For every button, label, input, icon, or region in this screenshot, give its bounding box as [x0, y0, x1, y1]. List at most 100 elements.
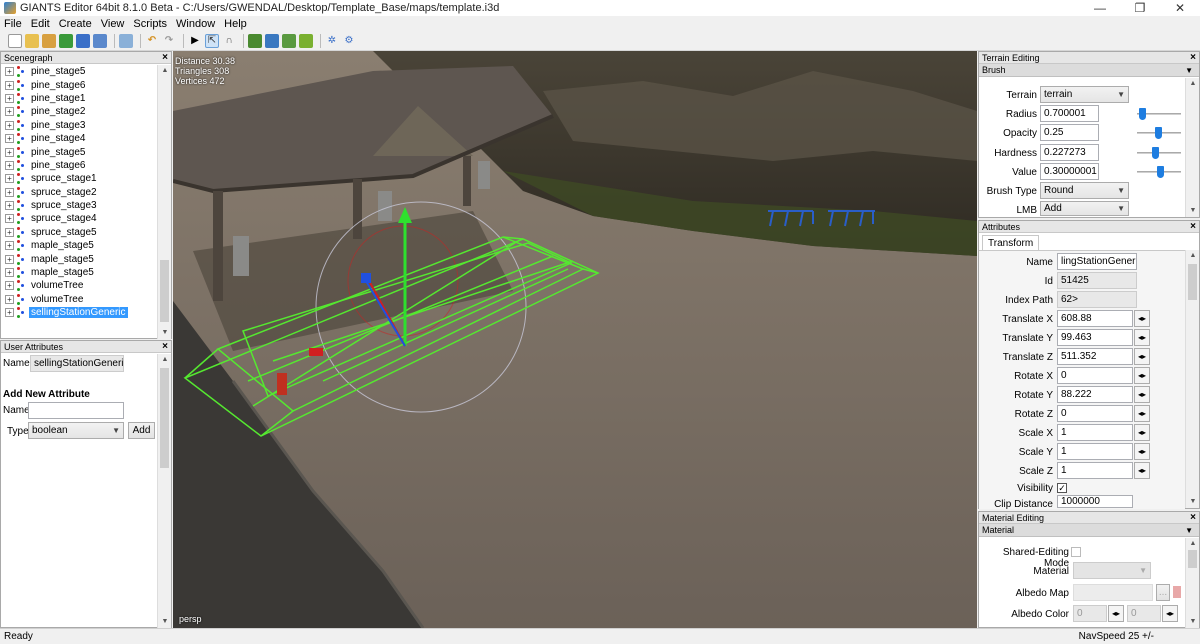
- expand-icon[interactable]: +: [5, 107, 14, 117]
- rotate-x-input[interactable]: 0: [1057, 367, 1133, 384]
- tree-item[interactable]: + pine_stage5: [1, 145, 157, 158]
- expand-icon[interactable]: +: [5, 268, 14, 278]
- expand-icon[interactable]: +: [5, 281, 14, 291]
- tree-item[interactable]: + spruce_stage2: [1, 186, 157, 199]
- visibility-checkbox[interactable]: ✓: [1057, 483, 1067, 493]
- translate-x-input[interactable]: 608.88: [1057, 310, 1133, 327]
- minimize-button[interactable]: —: [1080, 0, 1120, 16]
- rotate-y-input[interactable]: 88.222: [1057, 386, 1133, 403]
- scrollbar-thumb[interactable]: [1188, 264, 1197, 300]
- object-name-input[interactable]: lingStationGeneric: [1057, 253, 1137, 270]
- expand-icon[interactable]: +: [5, 294, 14, 304]
- scroll-up-icon[interactable]: ▲: [1186, 538, 1200, 550]
- foliage-paint-icon[interactable]: [282, 34, 296, 48]
- translate-x-spinner[interactable]: ◂▸: [1134, 310, 1150, 327]
- gear-icon[interactable]: ⚙: [342, 34, 356, 48]
- menu-edit[interactable]: Edit: [31, 18, 50, 30]
- expand-icon[interactable]: +: [5, 308, 14, 318]
- tree-item[interactable]: + pine_stage1: [1, 92, 157, 105]
- material-scrollbar[interactable]: ▲ ▼: [1185, 538, 1199, 628]
- rotate-z-input[interactable]: 0: [1057, 405, 1133, 422]
- value-slider-knob[interactable]: [1157, 166, 1164, 178]
- undo-icon[interactable]: ↶: [145, 34, 159, 48]
- tree-item[interactable]: + spruce_stage1: [1, 172, 157, 185]
- albedo-map-browse-button[interactable]: ...: [1156, 584, 1170, 601]
- scroll-down-icon[interactable]: ▼: [1186, 496, 1200, 508]
- import-icon[interactable]: [42, 34, 56, 48]
- tree-item[interactable]: + spruce_stage4: [1, 212, 157, 225]
- magnet-icon[interactable]: ∩: [222, 34, 236, 48]
- albedo-map-clear-icon[interactable]: [1173, 586, 1181, 598]
- scrollbar-thumb[interactable]: [160, 260, 169, 322]
- tree-item[interactable]: + spruce_stage5: [1, 226, 157, 239]
- expand-icon[interactable]: +: [5, 160, 14, 170]
- expand-icon[interactable]: +: [5, 254, 14, 264]
- tree-item[interactable]: + maple_stage5: [1, 239, 157, 252]
- close-icon[interactable]: ×: [162, 52, 168, 64]
- scenegraph-scrollbar[interactable]: ▲ ▼: [157, 65, 171, 339]
- material-section-header[interactable]: Material ▼: [979, 524, 1199, 537]
- menu-window[interactable]: Window: [176, 18, 215, 30]
- brush-type-select[interactable]: Round ▼: [1040, 182, 1129, 199]
- expand-icon[interactable]: +: [5, 93, 14, 103]
- opacity-input[interactable]: 0.25: [1040, 124, 1099, 141]
- expand-icon[interactable]: +: [5, 80, 14, 90]
- tree-item[interactable]: + maple_stage5: [1, 266, 157, 279]
- user-attributes-scrollbar[interactable]: ▲ ▼: [157, 354, 171, 628]
- redo-icon[interactable]: ↷: [162, 34, 176, 48]
- refresh-icon[interactable]: [59, 34, 73, 48]
- terrain-sculpt-icon[interactable]: [265, 34, 279, 48]
- scale-z-spinner[interactable]: ◂▸: [1134, 462, 1150, 479]
- albedo-color-r-input[interactable]: 0: [1073, 605, 1107, 622]
- scale-y-input[interactable]: 1: [1057, 443, 1133, 460]
- new-file-icon[interactable]: [8, 34, 22, 48]
- scroll-up-icon[interactable]: ▲: [158, 65, 172, 77]
- scroll-down-icon[interactable]: ▼: [158, 327, 172, 339]
- close-icon[interactable]: ×: [1190, 221, 1196, 233]
- 3d-viewport[interactable]: Distance 30.38 Triangles 308 Vertices 47…: [173, 51, 977, 628]
- close-icon[interactable]: ×: [1190, 512, 1196, 524]
- opacity-slider-knob[interactable]: [1155, 127, 1162, 139]
- close-icon[interactable]: ×: [1190, 52, 1196, 64]
- menu-view[interactable]: View: [101, 18, 125, 30]
- expand-icon[interactable]: +: [5, 214, 14, 224]
- tree-item[interactable]: + spruce_stage3: [1, 199, 157, 212]
- tree-item[interactable]: + pine_stage6: [1, 159, 157, 172]
- tree-item[interactable]: + maple_stage5: [1, 252, 157, 265]
- hardness-slider-knob[interactable]: [1152, 147, 1159, 159]
- tree-item[interactable]: + pine_stage4: [1, 132, 157, 145]
- terrain-select[interactable]: terrain ▼: [1040, 86, 1129, 103]
- translate-y-input[interactable]: 99.463: [1057, 329, 1133, 346]
- radius-input[interactable]: 0.700001: [1040, 105, 1099, 122]
- scroll-down-icon[interactable]: ▼: [1186, 616, 1200, 628]
- scroll-up-icon[interactable]: ▲: [158, 354, 172, 366]
- scroll-down-icon[interactable]: ▼: [158, 616, 172, 628]
- tab-transform[interactable]: Transform: [982, 235, 1040, 250]
- rotate-z-spinner[interactable]: ◂▸: [1134, 405, 1150, 422]
- close-button[interactable]: ✕: [1160, 0, 1200, 16]
- select-mode-icon[interactable]: ⇱: [205, 34, 219, 48]
- open-folder-icon[interactable]: [25, 34, 39, 48]
- translate-z-spinner[interactable]: ◂▸: [1134, 348, 1150, 365]
- menu-create[interactable]: Create: [59, 18, 92, 30]
- tree-item[interactable]: + volumeTree: [1, 279, 157, 292]
- albedo-color-g-input[interactable]: 0: [1127, 605, 1161, 622]
- translate-y-spinner[interactable]: ◂▸: [1134, 329, 1150, 346]
- scale-z-input[interactable]: 1: [1057, 462, 1133, 479]
- tree-item[interactable]: + pine_stage2: [1, 105, 157, 118]
- close-icon[interactable]: ×: [162, 341, 168, 353]
- albedo-color-g-spinner[interactable]: ◂▸: [1162, 605, 1178, 622]
- expand-icon[interactable]: +: [5, 187, 14, 197]
- scrollbar-thumb[interactable]: [160, 368, 169, 468]
- attributes-scrollbar[interactable]: ▲ ▼: [1185, 250, 1199, 508]
- scenegraph-tree[interactable]: + pine_stage5 + pine_stage6 + pine_stage1 + pin…: [1, 65, 157, 339]
- radius-slider-knob[interactable]: [1139, 108, 1146, 120]
- material-select[interactable]: ▼: [1073, 562, 1151, 579]
- scroll-up-icon[interactable]: ▲: [1186, 250, 1200, 262]
- rotate-x-spinner[interactable]: ◂▸: [1134, 367, 1150, 384]
- hardness-slider[interactable]: [1137, 147, 1181, 159]
- expand-icon[interactable]: +: [5, 227, 14, 237]
- save-all-icon[interactable]: [93, 34, 107, 48]
- new-attribute-name-input[interactable]: [28, 402, 124, 419]
- menu-scripts[interactable]: Scripts: [133, 18, 167, 30]
